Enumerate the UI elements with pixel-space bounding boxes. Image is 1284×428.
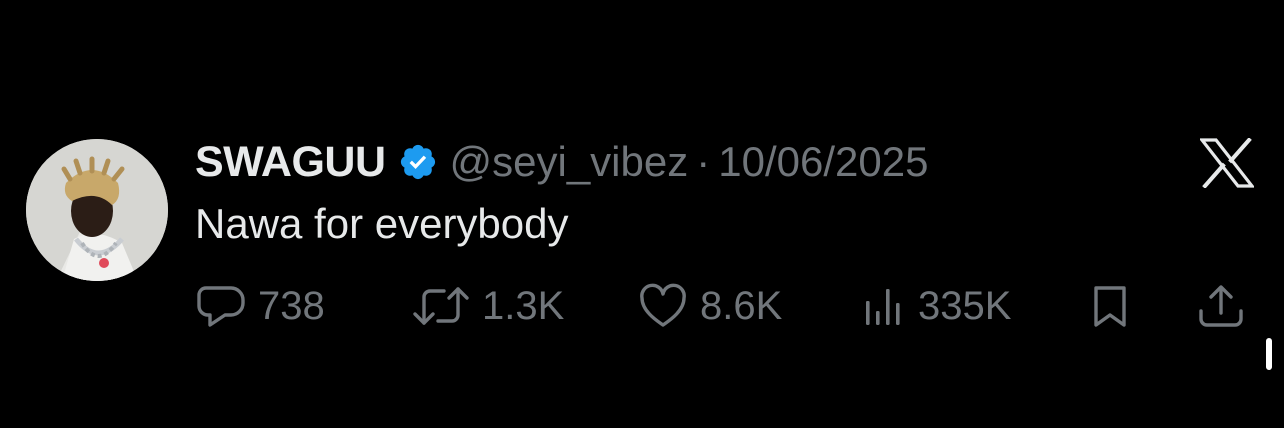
verified-badge-icon [398,142,438,182]
share-button[interactable] [1196,282,1246,330]
bookmark-button[interactable] [1088,282,1132,330]
user-handle[interactable]: @seyi_vibez [450,138,689,186]
share-icon [1199,285,1243,327]
like-count: 8.6K [700,283,783,328]
tweet-text: Nawa for everybody [195,200,569,247]
views-button[interactable]: 335K [862,282,1011,330]
repost-button[interactable]: 1.3K [412,282,564,330]
views-count: 335K [918,283,1012,328]
reply-button[interactable]: 738 [196,282,325,330]
views-bar-chart-icon [866,289,900,325]
tweet-date[interactable]: 10/06/2025 [718,138,928,186]
x-logo-icon [1198,137,1256,189]
bookmark-icon [1094,286,1126,327]
tweet-card: SWAGUU @seyi_vibez · 10/06/2025 Nawa for… [0,0,1284,428]
avatar-image [26,139,168,281]
like-button[interactable]: 8.6K [638,282,782,330]
scrollbar-thumb[interactable] [1266,338,1272,370]
tweet-header: SWAGUU @seyi_vibez · 10/06/2025 [195,134,928,190]
display-name[interactable]: SWAGUU [195,138,386,187]
separator-dot: · [696,138,711,185]
heart-icon [640,283,686,327]
reply-count: 738 [258,283,325,328]
repost-icon [413,287,469,325]
avatar[interactable] [26,139,168,281]
reply-icon [197,286,245,327]
repost-count: 1.3K [482,283,565,328]
